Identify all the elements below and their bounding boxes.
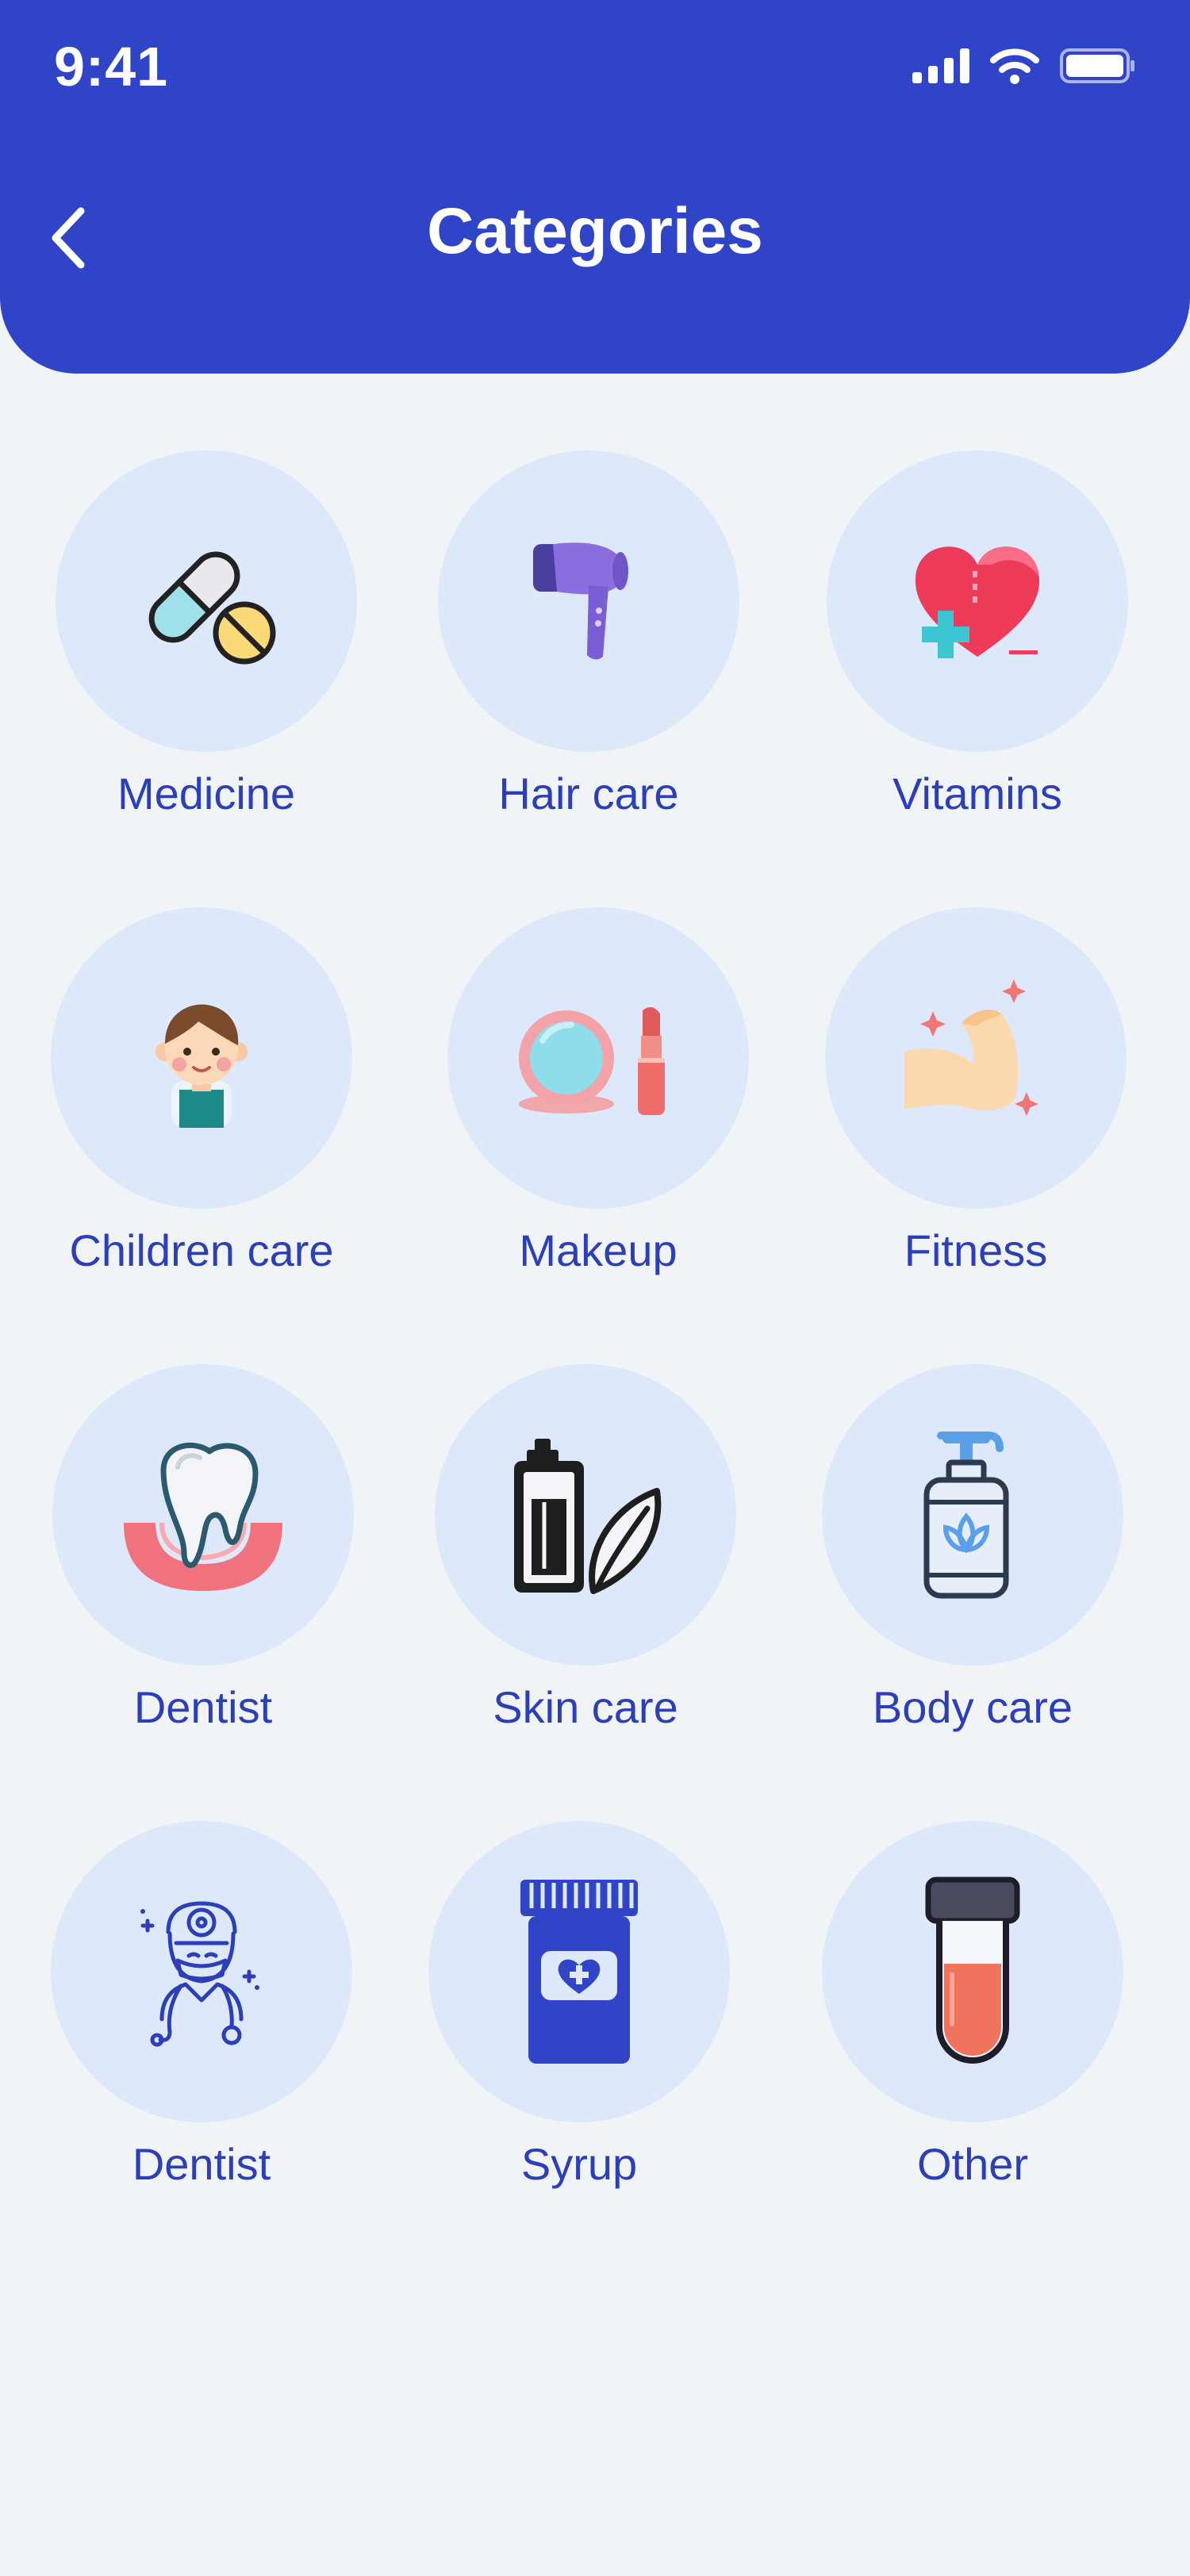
pills-icon: [148, 551, 276, 665]
muscle-arm-icon: [904, 979, 1038, 1116]
heart-plus-icon: [915, 546, 1040, 658]
pump-bottle-icon: [923, 1432, 1009, 1599]
signal-icon: [912, 48, 969, 83]
category-label: Syrup: [520, 2139, 638, 2189]
category-label: Body care: [872, 1682, 1073, 1732]
category-label: Other: [916, 2139, 1029, 2189]
child-icon: [155, 1004, 248, 1128]
header-bar: 9:41 Categories: [0, 0, 1190, 374]
category-label: Fitness: [904, 1225, 1048, 1275]
category-children-care[interactable]: [51, 907, 352, 1209]
category-makeup[interactable]: [447, 907, 749, 1209]
category-hair-care[interactable]: [438, 450, 739, 752]
hair-dryer-icon: [533, 542, 628, 660]
battery-icon: [1060, 48, 1136, 83]
category-dentist[interactable]: [52, 1364, 354, 1666]
category-fitness[interactable]: [825, 907, 1127, 1209]
category-other[interactable]: [822, 1821, 1123, 2122]
category-skin-care[interactable]: [435, 1364, 736, 1666]
category-label: Dentist: [133, 1682, 273, 1732]
category-label: Dentist: [132, 2139, 271, 2189]
tooth-icon: [124, 1443, 282, 1591]
page-title: Categories: [427, 195, 763, 267]
category-label: Hair care: [498, 769, 679, 818]
status-time: 9:41: [54, 36, 169, 98]
category-label: Vitamins: [892, 769, 1062, 818]
category-syrup[interactable]: [428, 1821, 730, 2122]
category-label: Medicine: [117, 769, 296, 818]
category-label: Children care: [69, 1225, 334, 1275]
wifi-icon: [990, 48, 1039, 84]
category-body-care[interactable]: [822, 1364, 1123, 1666]
category-dentist-2[interactable]: [51, 1821, 352, 2122]
test-tube-icon: [925, 1876, 1020, 2064]
status-icons: [912, 48, 1136, 84]
skin-care-bottle-icon: [514, 1439, 662, 1594]
syrup-bottle-icon: [520, 1880, 638, 2064]
makeup-icon: [519, 1006, 665, 1115]
category-label: Skin care: [493, 1682, 678, 1732]
category-vitamins[interactable]: [827, 450, 1128, 752]
category-label: Makeup: [519, 1225, 678, 1275]
doctor-icon: [140, 1901, 259, 2047]
category-medicine[interactable]: [56, 450, 357, 752]
